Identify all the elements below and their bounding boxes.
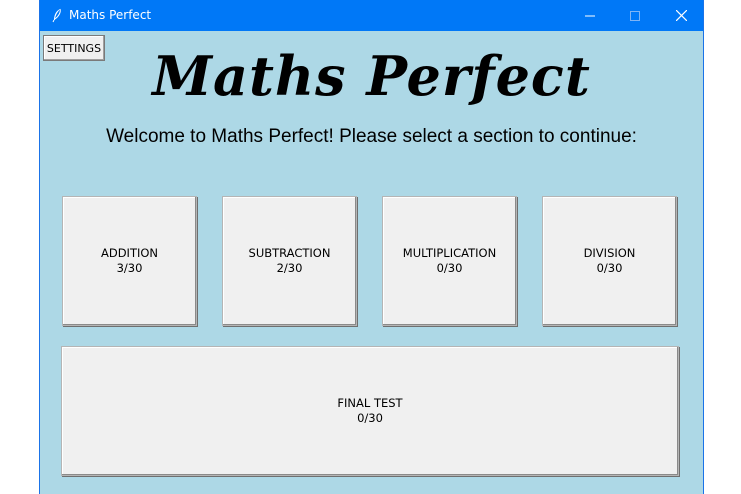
feather-icon	[49, 7, 65, 23]
page-title: Maths Perfect	[152, 44, 591, 108]
minimize-button[interactable]	[567, 0, 613, 31]
section-label: DIVISION	[583, 246, 636, 260]
minimize-icon	[585, 6, 595, 25]
subtraction-button[interactable]: SUBTRACTION 2/30	[222, 196, 357, 326]
section-label: SUBTRACTION	[248, 246, 331, 260]
section-label: MULTIPLICATION	[402, 246, 497, 260]
final-test-label: FINAL TEST	[337, 396, 403, 410]
maximize-button[interactable]	[612, 0, 658, 31]
multiplication-button[interactable]: MULTIPLICATION 0/30	[382, 196, 517, 326]
final-test-score: 0/30	[357, 411, 383, 425]
final-test-button[interactable]: FINAL TEST 0/30	[61, 346, 679, 476]
section-score: 0/30	[436, 261, 463, 275]
addition-button[interactable]: ADDITION 3/30	[62, 196, 197, 326]
close-icon	[675, 6, 687, 25]
close-button[interactable]	[658, 0, 703, 31]
division-button[interactable]: DIVISION 0/30	[542, 196, 677, 326]
maximize-icon	[630, 6, 640, 25]
section-score: 2/30	[276, 261, 303, 275]
section-score: 0/30	[596, 261, 623, 275]
section-score: 3/30	[116, 261, 143, 275]
section-label: ADDITION	[100, 246, 159, 260]
app-window: Maths Perfect SETTINGS Maths Perfect Wel…	[39, 0, 704, 494]
welcome-text: Welcome to Maths Perfect! Please select …	[106, 126, 637, 147]
title-bar[interactable]: Maths Perfect	[40, 0, 703, 31]
window-title: Maths Perfect	[69, 8, 152, 22]
